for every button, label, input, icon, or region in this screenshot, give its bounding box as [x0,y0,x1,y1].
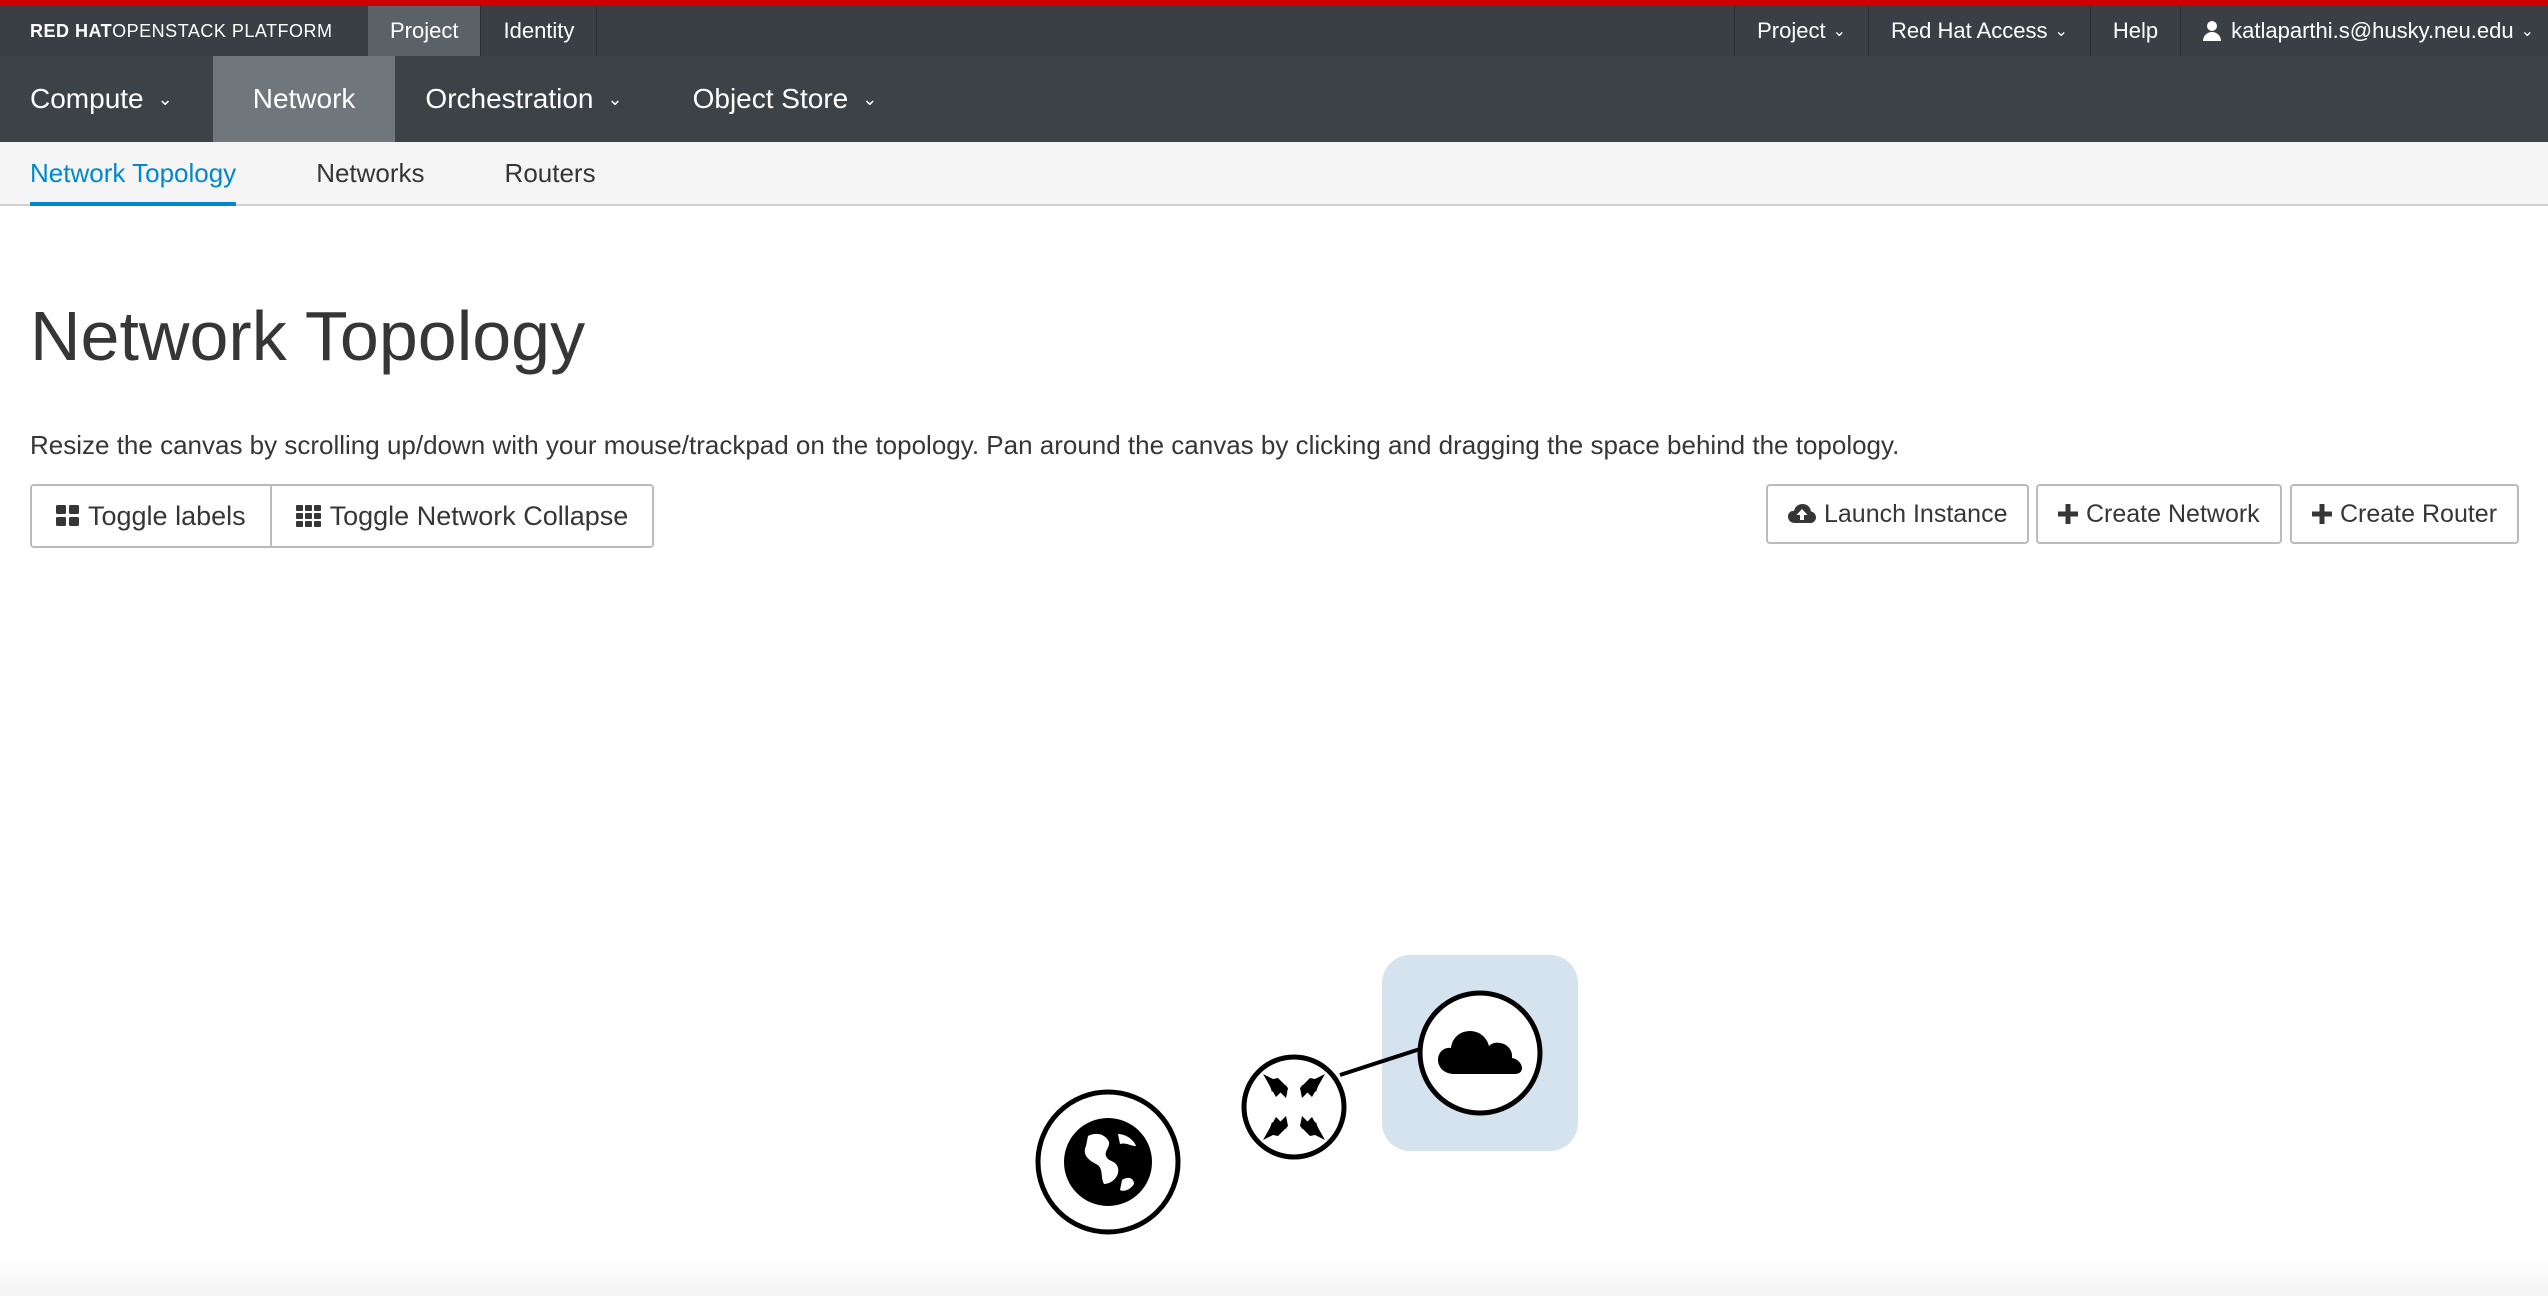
chevron-down-icon: ⌄ [1832,23,1846,40]
launch-instance-label: Launch Instance [1824,499,2008,528]
secondary-nav: Network Topology Networks Routers [0,142,2548,206]
primary-nav: Compute ⌄ Network Orchestration ⌄ Object… [0,56,2548,142]
dashboard-tab-project[interactable]: Project [368,6,482,56]
nav-network[interactable]: Network [212,56,396,142]
external-network-node[interactable] [1035,1089,1181,1235]
tab-networks[interactable]: Networks [316,142,424,204]
nav-compute[interactable]: Compute ⌄ [0,56,213,142]
dashboard-tab-identity[interactable]: Identity [481,6,598,56]
chevron-down-icon: ⌄ [2520,23,2534,40]
tab-network-topology[interactable]: Network Topology [30,142,237,206]
brand-product: OPENSTACK PLATFORM [112,20,333,41]
nav-orchestration-label: Orchestration [425,83,594,114]
chevron-down-icon: ⌄ [2054,23,2068,40]
topology-canvas[interactable] [1000,940,1620,1260]
create-network-label: Create Network [2086,499,2260,528]
chevron-down-icon: ⌄ [607,88,623,109]
user-menu[interactable]: katlaparthi.s@husky.neu.edu ⌄ [2180,6,2548,56]
router-node[interactable] [1241,1046,1347,1160]
brand-name: RED HAT [30,20,113,41]
nav-compute-label: Compute [30,83,144,114]
page-bottom-edge [0,1256,2548,1296]
plus-icon [2312,504,2332,524]
nav-object-store[interactable]: Object Store ⌄ [663,56,918,142]
nav-orchestration[interactable]: Orchestration ⌄ [395,56,662,142]
user-icon [2203,21,2222,41]
th-large-icon [56,505,80,527]
chevron-down-icon: ⌄ [157,88,173,109]
toggle-network-collapse-button[interactable]: Toggle Network Collapse [269,486,653,546]
project-menu[interactable]: Project ⌄ [1734,6,1868,56]
plus-icon [2058,504,2078,524]
nav-network-label: Network [252,83,356,114]
project-menu-label: Project [1757,18,1826,43]
red-hat-access-label: Red Hat Access [1890,18,2048,43]
th-icon [295,505,322,527]
cloud-upload-icon [1788,503,1816,525]
network-node[interactable] [1417,990,1543,1116]
tab-routers[interactable]: Routers [505,142,596,204]
masthead: RED HAT OPENSTACK PLATFORM Project Ident… [0,0,2548,56]
toggle-button-group: Toggle labels Toggle Network Collapse [30,484,655,548]
masthead-spacer [597,6,1734,56]
create-router-button[interactable]: Create Router [2290,484,2520,544]
globe-icon [1064,1118,1152,1206]
create-network-button[interactable]: Create Network [2036,484,2282,544]
launch-instance-button[interactable]: Launch Instance [1766,484,2030,544]
help-text: Resize the canvas by scrolling up/down w… [30,430,1900,460]
page-title: Network Topology [30,297,586,375]
toggle-network-collapse-label: Toggle Network Collapse [329,500,629,531]
toggle-labels-label: Toggle labels [88,500,246,531]
user-menu-label: katlaparthi.s@husky.neu.edu [2231,18,2514,43]
create-router-label: Create Router [2340,499,2498,528]
red-hat-access-menu[interactable]: Red Hat Access ⌄ [1867,6,2090,56]
brand-logo[interactable]: RED HAT OPENSTACK PLATFORM [0,6,368,56]
toggle-labels-button[interactable]: Toggle labels [32,486,270,546]
chevron-down-icon: ⌄ [862,88,878,109]
nav-object-store-label: Object Store [692,83,849,114]
help-link[interactable]: Help [2089,6,2180,56]
